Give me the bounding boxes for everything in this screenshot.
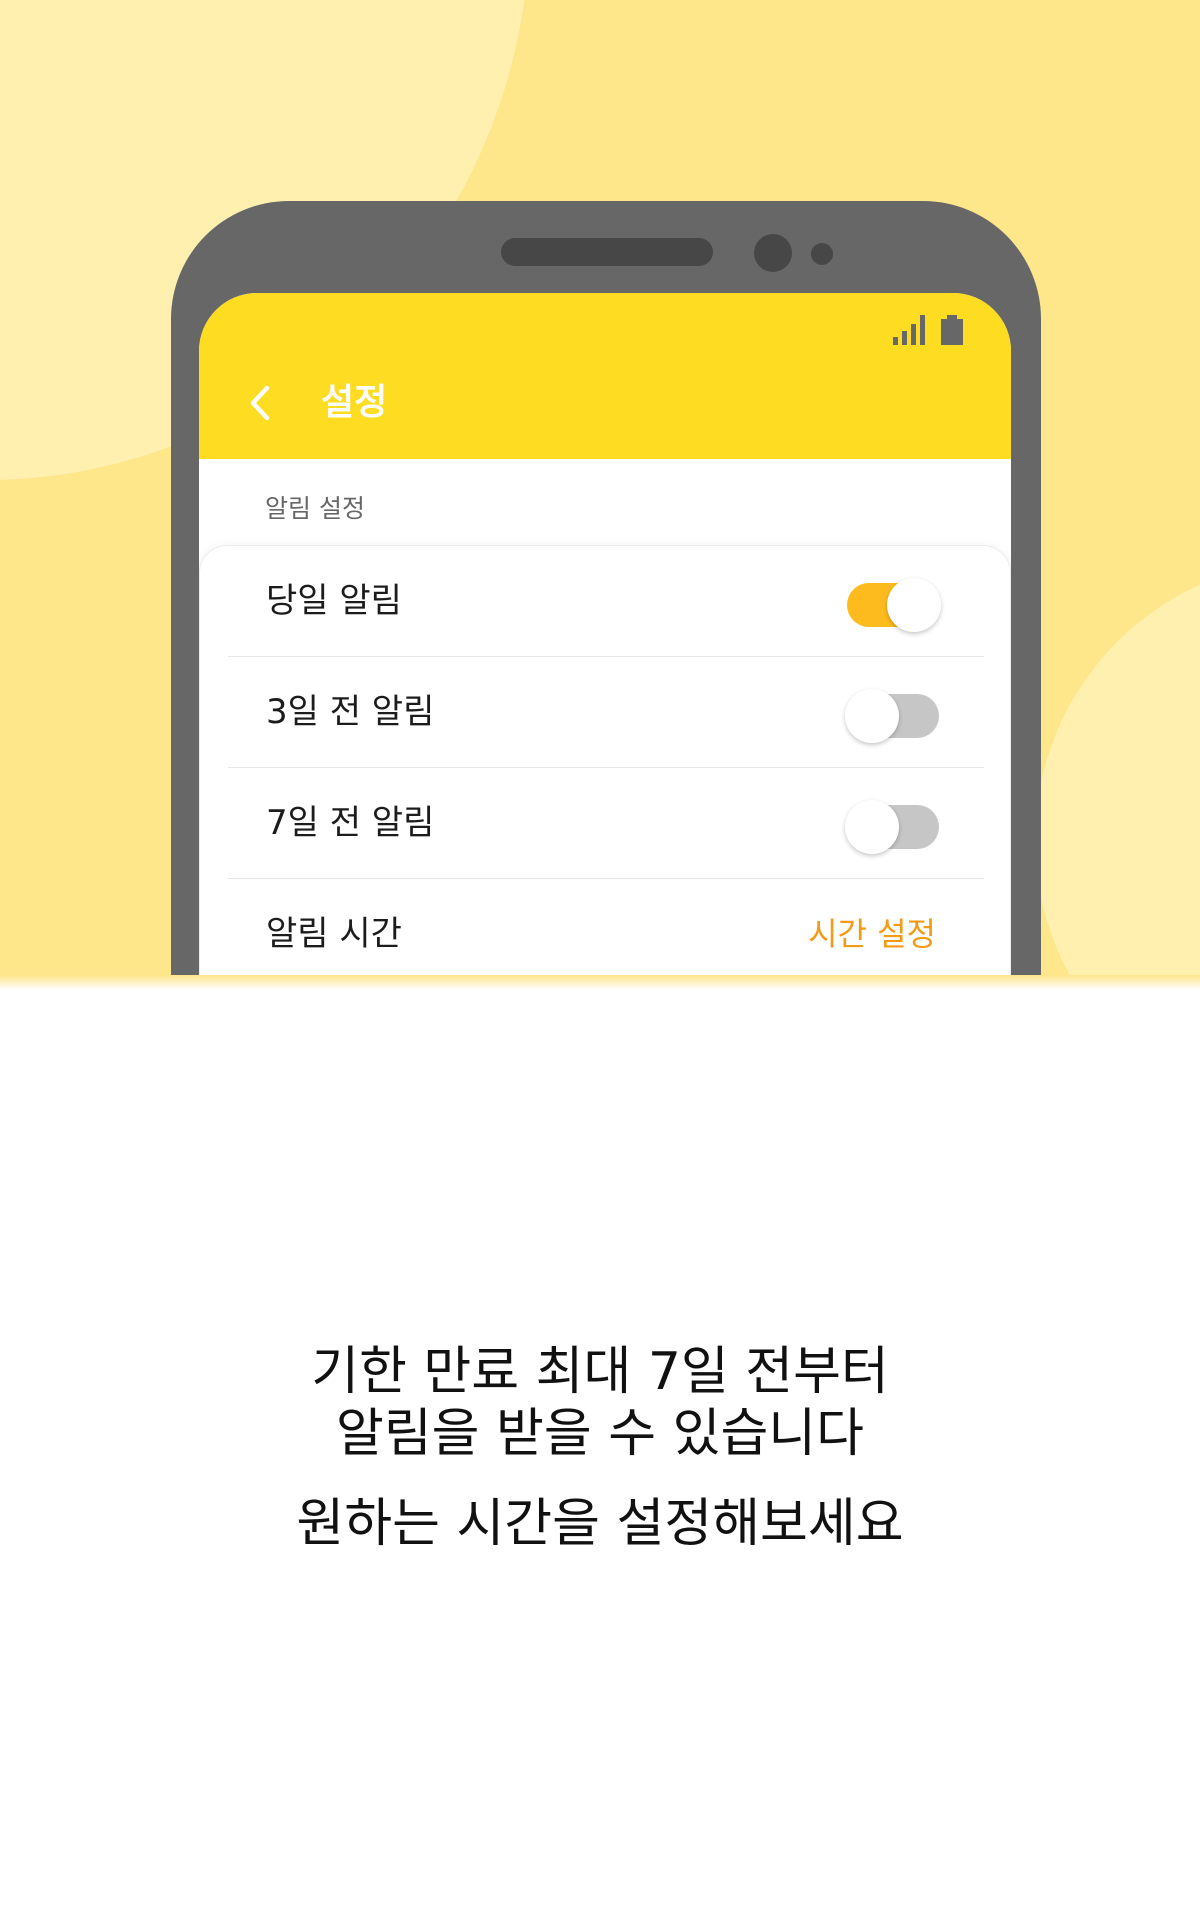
toggle-knob: [845, 689, 899, 743]
chevron-left-icon[interactable]: [241, 383, 281, 423]
phone-speaker: [501, 238, 713, 266]
phone-mockup: 설정 알림 설정 당일 알림 3일 전 알림 7일 전 알림 알림 시간 시간 …: [171, 201, 1041, 990]
caption-line: 원하는 시간을 설정해보세요: [296, 1494, 904, 1554]
toggle-3-days[interactable]: [845, 689, 939, 743]
hero-banner: 설정 알림 설정 당일 알림 3일 전 알림 7일 전 알림 알림 시간 시간 …: [0, 0, 1200, 990]
settings-card: 당일 알림 3일 전 알림 7일 전 알림 알림 시간 시간 설정: [199, 545, 1011, 990]
phone-screen: 설정 알림 설정 당일 알림 3일 전 알림 7일 전 알림 알림 시간 시간 …: [199, 293, 1011, 990]
phone-sensor: [811, 243, 833, 265]
setting-row-alarm-time: 알림 시간 시간 설정: [228, 879, 984, 990]
caption-line: 기한 만료 최대 7일 전부터: [311, 1342, 889, 1402]
toggle-knob: [845, 800, 899, 854]
signal-icon: [893, 315, 925, 345]
section-label: 알림 설정: [265, 494, 365, 523]
status-bar: [893, 315, 963, 345]
setting-row-7-days: 7일 전 알림: [228, 768, 984, 879]
app-bar: 설정: [199, 293, 1011, 459]
toggle-same-day[interactable]: [847, 578, 941, 632]
caption-line: 알림을 받을 수 있습니다: [336, 1404, 864, 1464]
hero-divider: [0, 975, 1200, 990]
background-blob: [1035, 560, 1200, 990]
setting-label: 당일 알림: [266, 581, 402, 621]
toggle-7-days[interactable]: [845, 800, 939, 854]
toggle-knob: [887, 578, 941, 632]
set-time-link[interactable]: 시간 설정: [808, 911, 936, 957]
setting-row-same-day: 당일 알림: [228, 546, 984, 657]
setting-label: 7일 전 알림: [266, 803, 435, 843]
setting-label: 알림 시간: [266, 914, 402, 954]
battery-icon: [941, 315, 963, 345]
screenshot-page: 설정 알림 설정 당일 알림 3일 전 알림 7일 전 알림 알림 시간 시간 …: [0, 0, 1200, 1920]
phone-camera: [754, 234, 792, 272]
setting-label: 3일 전 알림: [266, 692, 435, 732]
setting-row-3-days: 3일 전 알림: [228, 657, 984, 768]
page-title: 설정: [321, 382, 388, 423]
